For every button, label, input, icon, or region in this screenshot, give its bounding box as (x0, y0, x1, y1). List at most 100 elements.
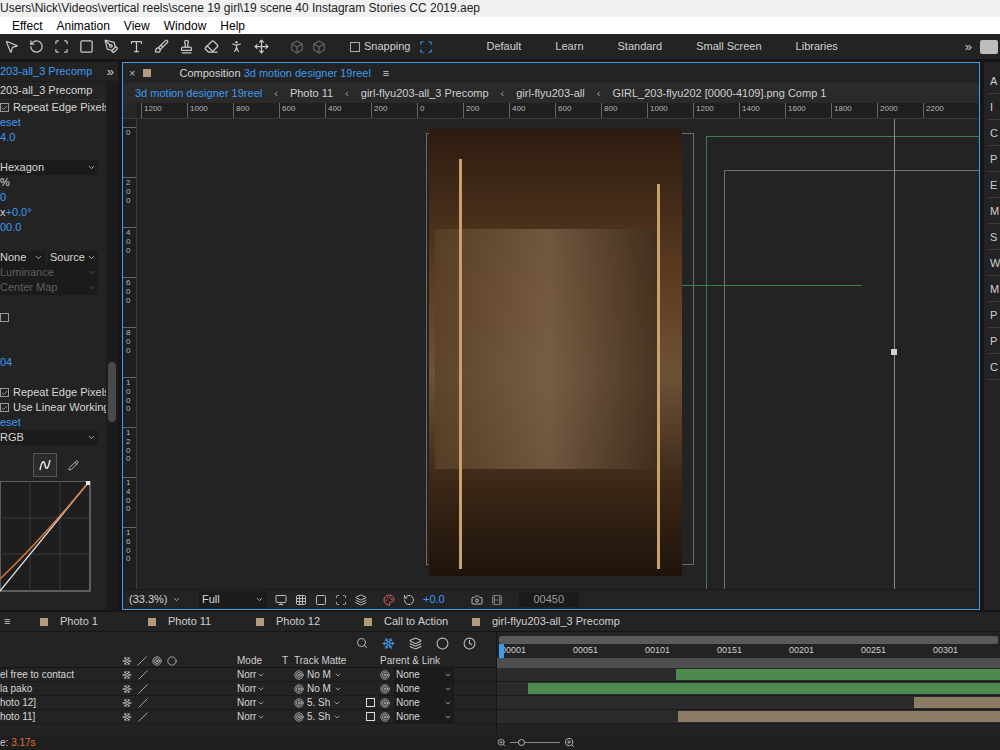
panel-tab[interactable]: I (987, 94, 1000, 120)
layer-bar[interactable] (678, 711, 1000, 722)
checkbox[interactable] (0, 403, 9, 412)
quality-icon[interactable] (138, 684, 148, 694)
panel-menu[interactable]: ≡ (383, 65, 389, 82)
value-field[interactable]: 0 (0, 190, 106, 205)
panel-tab[interactable]: M (987, 276, 1000, 302)
guide-handle[interactable] (891, 349, 897, 355)
layer-bar[interactable] (676, 669, 1000, 680)
workspace-tab[interactable]: Learn (555, 38, 583, 55)
snapshot-icon[interactable] (471, 594, 483, 606)
panel-tab[interactable]: P (987, 302, 1000, 328)
value-field[interactable]: 4.0 (0, 130, 106, 145)
breadcrumb[interactable]: 3d motion designer 19reel (135, 85, 262, 102)
snapping-toggle[interactable]: Snapping (350, 38, 433, 55)
breadcrumb[interactable]: GIRL_203-flyu202 [0000-4109].png Comp 1 (612, 85, 826, 102)
dropdown[interactable]: RGB (0, 430, 98, 445)
layer-row[interactable]: hoto 12]Norr5. ShNone (0, 696, 496, 710)
type-icon[interactable] (129, 39, 144, 54)
menu-item[interactable]: View (124, 17, 150, 35)
timeline-tab[interactable]: Photo 1 (40, 613, 148, 630)
panel-tab[interactable]: P (987, 328, 1000, 354)
mask-icon[interactable] (315, 594, 327, 606)
menu-item[interactable]: Animation (56, 17, 109, 35)
zoom-slider[interactable] (497, 737, 575, 748)
workspace-tab[interactable]: Standard (618, 38, 663, 55)
menu-item[interactable]: Help (220, 17, 245, 35)
workspace-tab[interactable]: Small Screen (696, 38, 761, 55)
pen-icon[interactable] (104, 39, 119, 54)
dropdown[interactable]: None (0, 251, 45, 265)
selection-icon[interactable] (4, 39, 19, 54)
brush-icon[interactable] (154, 39, 169, 54)
parent-dropdown[interactable]: None (380, 667, 454, 682)
timecode-field[interactable]: 00450 (519, 592, 579, 607)
panel-tab[interactable]: W (987, 250, 1000, 276)
timeline-tab[interactable]: girl-flyu203-all_3 Precomp (472, 613, 580, 630)
axis-icon[interactable] (312, 40, 326, 54)
checkbox[interactable] (350, 42, 360, 52)
transparency-icon[interactable] (355, 594, 367, 606)
curves-graph[interactable] (0, 481, 92, 593)
search-icon[interactable] (356, 637, 368, 649)
dropdown[interactable]: Hexagon (0, 160, 98, 175)
breadcrumb[interactable]: Photo 11 (290, 85, 333, 102)
rectangle-icon[interactable] (79, 39, 94, 54)
layer-name[interactable]: hoto 11] (0, 709, 122, 724)
monitor-icon[interactable] (275, 594, 287, 606)
panel-tab[interactable]: 203-all_3 Precomp» (0, 62, 118, 82)
panel-tab[interactable]: M (987, 198, 1000, 224)
shy-icon[interactable] (122, 698, 132, 708)
layer-name[interactable]: la pako (0, 681, 122, 696)
grid-icon[interactable] (295, 594, 307, 606)
resolution-dropdown[interactable]: Full (199, 591, 267, 608)
shy-icon[interactable] (122, 684, 132, 694)
axis-icon[interactable] (290, 40, 304, 54)
workspace-tab[interactable]: Libraries (796, 38, 838, 55)
roto-icon[interactable] (229, 39, 244, 54)
value-field[interactable]: 04 (0, 355, 106, 370)
motion-blur-icon[interactable] (436, 637, 449, 650)
panel-tab[interactable]: C (987, 120, 1000, 146)
parent-dropdown[interactable]: None (380, 709, 454, 724)
playhead[interactable] (499, 644, 504, 658)
mode-dropdown[interactable]: Norr (237, 681, 282, 696)
zoom-bar[interactable] (499, 636, 998, 644)
mode-dropdown[interactable]: Norr (237, 695, 282, 710)
mode-dropdown[interactable]: Norr (237, 709, 282, 724)
shy-icon[interactable] (382, 637, 395, 650)
quality-icon[interactable] (138, 670, 148, 680)
eraser-icon[interactable] (204, 39, 219, 54)
track-matte-dropdown[interactable]: No M (294, 667, 366, 682)
matte-box[interactable] (366, 684, 375, 693)
region-icon[interactable] (335, 594, 347, 606)
dropdown[interactable]: Source (48, 251, 98, 265)
track-matte-dropdown[interactable]: No M (294, 681, 366, 696)
checkbox-row[interactable] (0, 310, 106, 325)
panel-tab[interactable]: S (987, 224, 1000, 250)
layer-row[interactable]: la pakoNorrNo MNone (0, 682, 496, 696)
matte-box[interactable] (366, 670, 375, 679)
checkbox[interactable] (0, 388, 9, 397)
parent-dropdown[interactable]: None (380, 695, 454, 710)
more-workspaces[interactable]: » (965, 37, 972, 57)
curve-button[interactable] (33, 453, 57, 477)
matte-box[interactable] (366, 698, 375, 707)
breadcrumb[interactable]: girl-flyu203-all (516, 85, 584, 102)
snap-icon[interactable] (419, 40, 433, 54)
panel-menu[interactable]: ≡ (0, 613, 40, 630)
reset-link[interactable]: eset (0, 115, 106, 130)
layer-name[interactable]: el free to contact (0, 667, 122, 682)
panel-tab[interactable]: P (987, 146, 1000, 172)
stamp-icon[interactable] (179, 39, 194, 54)
quality-icon[interactable] (138, 698, 148, 708)
search-help-icon[interactable] (980, 40, 998, 54)
shy-icon[interactable] (122, 670, 132, 680)
layer-bar[interactable] (914, 697, 1000, 708)
layer-row[interactable]: el free to contactNorrNo MNone (0, 668, 496, 682)
reset-link[interactable]: eset (0, 415, 106, 430)
menu-item[interactable]: Effect (12, 17, 42, 35)
checkbox-row[interactable]: Repeat Edge Pixels (0, 100, 106, 115)
layer-name[interactable]: hoto 12] (0, 695, 122, 710)
exposure-value[interactable]: +0.0 (423, 591, 445, 608)
shy-icon[interactable] (122, 712, 132, 722)
